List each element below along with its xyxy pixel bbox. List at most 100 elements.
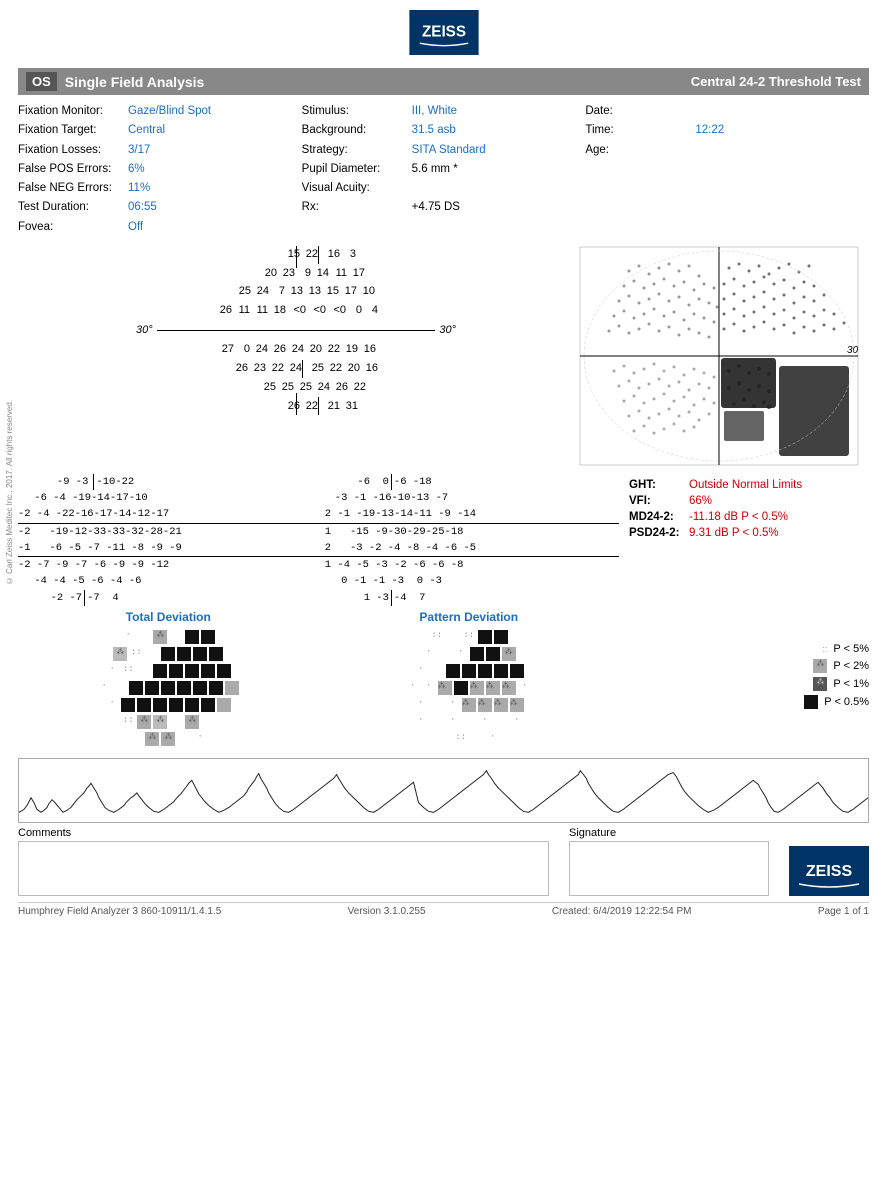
fovea-value: Off — [128, 219, 143, 236]
false-pos-value: 6% — [128, 161, 145, 178]
stimulus-value: III, White — [412, 103, 457, 120]
pattern-deviation-numbers: -6 0-6 -18 -3 -1 -16-10-13 -7 2 -1 -19-1… — [319, 474, 620, 606]
stimulus-label: Stimulus: — [302, 103, 412, 120]
patient-info: Fixation Monitor:Gaze/Blind Spot Fixatio… — [18, 103, 869, 238]
zeiss-logo-top: ZEISS — [409, 10, 479, 55]
legend-p1: ⁂ P < 1% — [629, 677, 869, 691]
background-label: Background: — [302, 122, 412, 139]
map-section: · ⁂ ⁂ :: · :: — [18, 628, 869, 748]
rx-label: Rx: — [302, 199, 412, 216]
bottom-section: Comments Signature ZEISS — [18, 827, 869, 896]
h-axis-line: 30° 30° — [136, 322, 456, 340]
svg-text:ZEISS: ZEISS — [422, 23, 466, 40]
legend-p2-label: P < 2% — [833, 660, 869, 672]
legend-section: :: P < 5% ⁂ P < 2% ⁂ P < 1% P < 0.5% — [619, 628, 869, 748]
zeiss-logo-bottom: ZEISS — [789, 846, 869, 896]
threshold-numbers: 15 22 16 3 20 23 9 14 11 17 — [126, 246, 466, 416]
v-line-bottom — [296, 393, 297, 415]
legend-p5-label: P < 5% — [833, 643, 869, 655]
background-value: 31.5 asb — [412, 122, 456, 139]
pattern-dev-map: :: :: · · ⁂ · — [319, 628, 620, 748]
footer: Humphrey Field Analyzer 3 860-10911/1.4.… — [18, 902, 869, 917]
footer-middle: Version 3.1.0.255 — [348, 906, 426, 917]
false-neg-value: 11% — [128, 180, 150, 197]
info-col-2: Stimulus:III, White Background:31.5 asb … — [302, 103, 586, 238]
test-duration-label: Test Duration: — [18, 199, 128, 216]
footer-page: Page 1 of 1 — [818, 906, 869, 917]
legend-p2: ⁂ P < 2% — [629, 659, 869, 673]
total-dev-map: · ⁂ ⁂ :: · :: — [18, 628, 319, 748]
info-col-1: Fixation Monitor:Gaze/Blind Spot Fixatio… — [18, 103, 302, 238]
total-deviation-title: Total Deviation — [126, 610, 211, 624]
legend-p5: :: P < 5% — [629, 643, 869, 655]
ght-row: GHT: Outside Normal Limits — [629, 479, 869, 491]
comments-area: Comments — [18, 827, 549, 896]
visual-acuity-label: Visual Acuity: — [302, 180, 412, 197]
footer-left: Humphrey Field Analyzer 3 860-10911/1.4.… — [18, 906, 221, 917]
axis-30-left: 30° — [136, 322, 153, 340]
legend-p1-label: P < 1% — [833, 678, 869, 690]
bottom-logo-area: ZEISS — [789, 827, 869, 896]
fovea-label: Fovea: — [18, 219, 128, 236]
false-pos-label: False POS Errors: — [18, 161, 128, 178]
strategy-label: Strategy: — [302, 142, 412, 159]
fixation-monitor-value: Gaze/Blind Spot — [128, 103, 211, 120]
vfi-row: VFI: 66% — [629, 495, 869, 507]
fixation-target-label: Fixation Target: — [18, 122, 128, 139]
visual-field-plot: 30° — [579, 246, 859, 466]
md-value: -11.18 dB P < 0.5% — [689, 511, 788, 523]
date-label: Date: — [585, 103, 695, 120]
threshold-row-3: 26 11 11 18 <0 <0 <0 0 4 — [136, 302, 456, 320]
copyright: © Carl Zeiss Meditec Inc., 2017. All rig… — [5, 400, 14, 585]
comments-field[interactable] — [18, 841, 549, 896]
test-duration-value: 06:55 — [128, 199, 157, 216]
fixation-losses-label: Fixation Losses: — [18, 142, 128, 159]
legend-p05-label: P < 0.5% — [824, 696, 869, 708]
stats-section: GHT: Outside Normal Limits VFI: 66% MD24… — [619, 474, 869, 606]
md-row: MD24-2: -11.18 dB P < 0.5% — [629, 511, 869, 523]
axis-30-right: 30° — [439, 322, 456, 340]
rx-value: +4.75 DS — [412, 199, 460, 216]
psd-label: PSD24-2: — [629, 527, 689, 539]
age-label: Age: — [585, 142, 695, 159]
dot-pattern-area: 30° — [579, 246, 869, 469]
psd-row: PSD24-2: 9.31 dB P < 0.5% — [629, 527, 869, 539]
time-label: Time: — [585, 122, 695, 139]
ght-value: Outside Normal Limits — [689, 479, 802, 491]
md-label: MD24-2: — [629, 511, 689, 523]
pattern-deviation-title: Pattern Deviation — [419, 610, 518, 624]
title-bar: OS Single Field Analysis Central 24-2 Th… — [18, 68, 869, 95]
analysis-type: Single Field Analysis — [65, 74, 691, 90]
threshold-row-4: 27 0 24 26 24 20 22 19 16 — [136, 341, 456, 359]
pupil-label: Pupil Diameter: — [302, 161, 412, 178]
legend-p05: P < 0.5% — [629, 695, 869, 709]
waveform-svg — [19, 759, 868, 822]
vfi-value: 66% — [689, 495, 712, 507]
threshold-row-2: 25 24 7 13 13 15 17 10 — [136, 283, 456, 301]
pupil-value: 5.6 mm * — [412, 161, 458, 178]
fixation-monitor-label: Fixation Monitor: — [18, 103, 128, 120]
threshold-row-5: 26 23 22 24 25 22 20 16 — [136, 360, 456, 378]
ght-label: GHT: — [629, 479, 689, 491]
waveform-section — [18, 758, 869, 823]
psd-value: 9.31 dB P < 0.5% — [689, 527, 779, 539]
signature-label: Signature — [569, 827, 769, 839]
visual-area: 15 22 16 3 20 23 9 14 11 17 — [18, 246, 869, 469]
footer-created: Created: 6/4/2019 12:22:54 PM — [552, 906, 692, 917]
fixation-target-value: Central — [128, 122, 165, 139]
deviation-titles: Total Deviation Pattern Deviation — [18, 610, 869, 624]
total-deviation-numbers: -9 -3-10-22 -6 -4 -19-14-17-10 -2 -4 -22… — [18, 474, 319, 606]
header: ZEISS — [0, 0, 887, 60]
os-label: OS — [26, 72, 57, 91]
signature-field[interactable] — [569, 841, 769, 896]
threshold-area: 15 22 16 3 20 23 9 14 11 17 — [18, 246, 574, 469]
comments-label: Comments — [18, 827, 549, 839]
strategy-value: SITA Standard — [412, 142, 486, 159]
svg-text:ZEISS: ZEISS — [806, 863, 853, 880]
test-type: Central 24-2 Threshold Test — [691, 74, 861, 89]
time-value: 12:22 — [695, 122, 724, 139]
svg-text:30°: 30° — [847, 345, 859, 356]
vfi-label: VFI: — [629, 495, 689, 507]
signature-area: Signature — [569, 827, 769, 896]
deviation-section: -9 -3-10-22 -6 -4 -19-14-17-10 -2 -4 -22… — [18, 474, 869, 606]
